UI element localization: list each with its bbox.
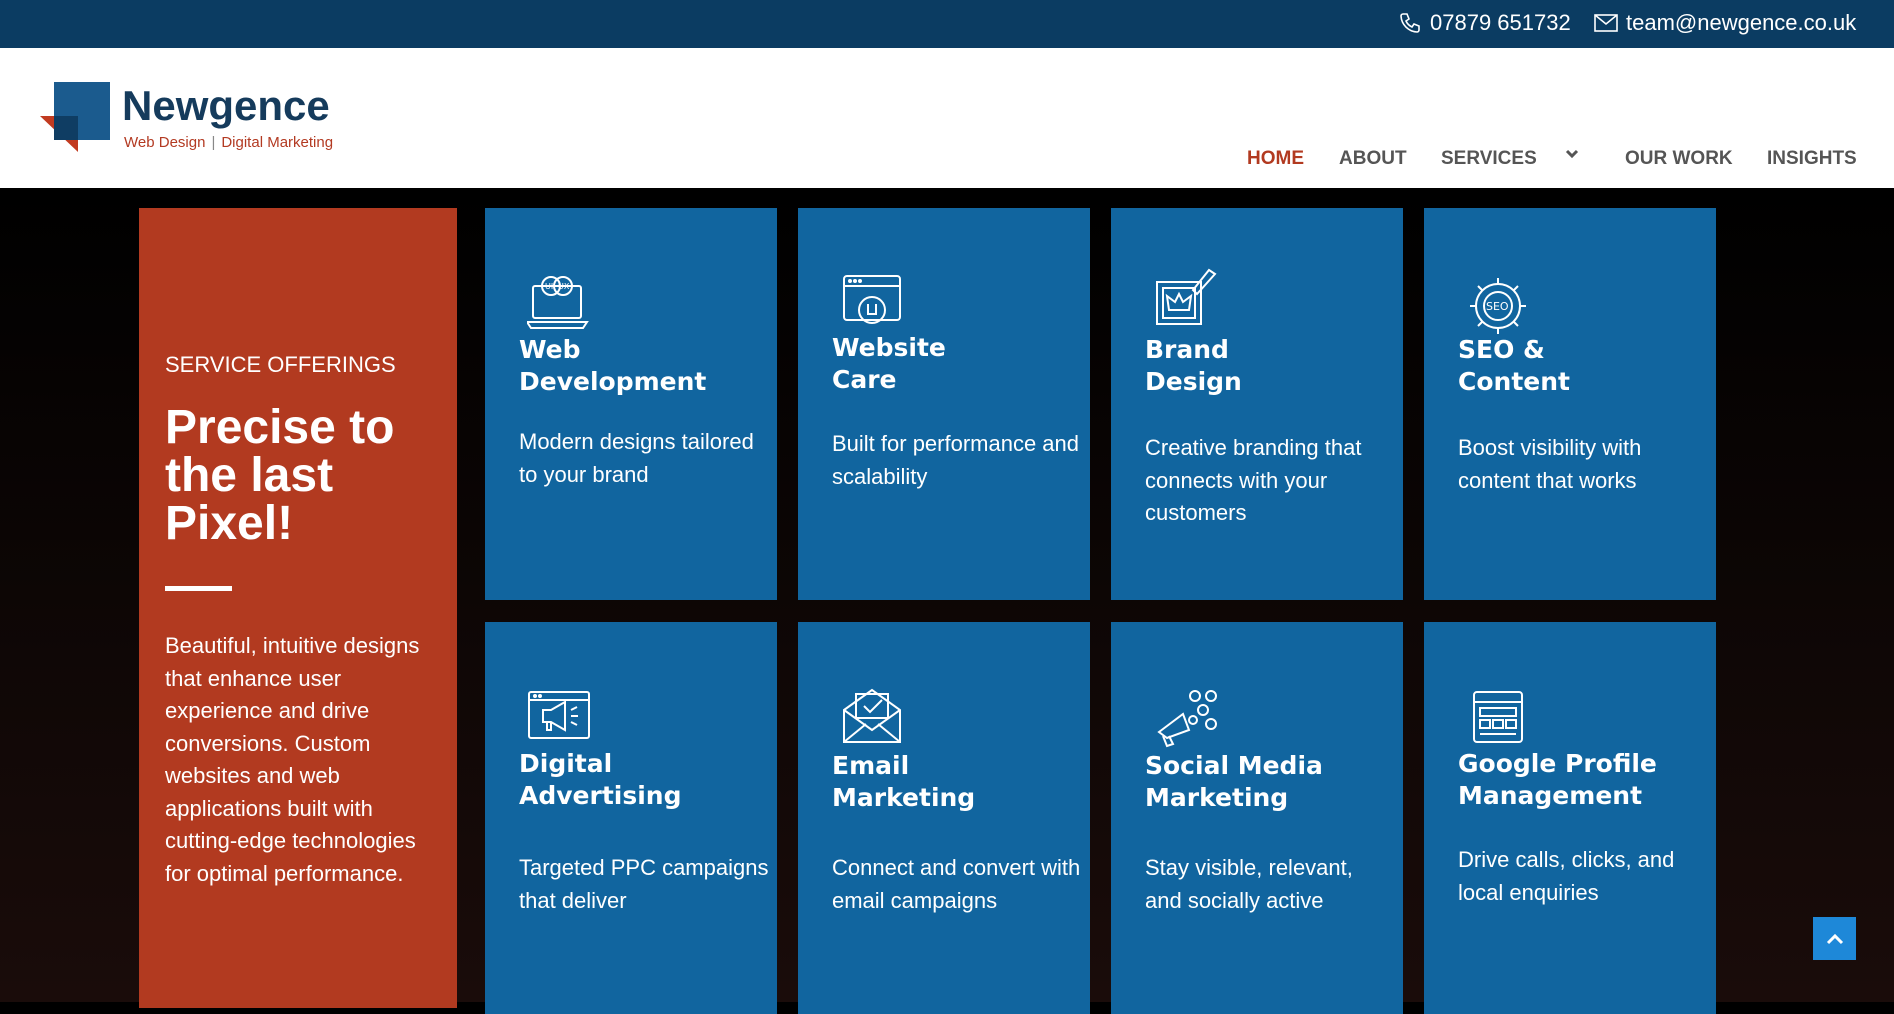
service-title-line-1: Brand [1145, 335, 1229, 364]
site-logo[interactable]: Newgence Web Design | Digital Marketing [40, 82, 360, 162]
service-description: Creative branding that connects with you… [1145, 435, 1362, 525]
service-card-email-marketing[interactable]: Email Marketing Connect and convert with … [798, 622, 1090, 1014]
megaphone-browser-icon [528, 691, 590, 739]
service-card-website-care[interactable]: Website Care Built for performance and sc… [798, 208, 1090, 600]
service-title-line-2: Content [1458, 367, 1570, 396]
service-title: Web Development [519, 334, 769, 398]
service-title-line-1: Web [519, 335, 581, 364]
nav-about[interactable]: ABOUT [1339, 148, 1407, 170]
section-kicker: SERVICE OFFERINGS [165, 352, 396, 377]
service-title: Website Care [832, 332, 1082, 396]
svg-text:UI: UI [545, 282, 553, 291]
email-address: team@newgence.co.uk [1626, 10, 1857, 35]
tagline-separator: | [211, 134, 216, 151]
service-description: Boost visibility with content that works [1458, 435, 1642, 493]
service-title: Google Profile Management [1458, 748, 1708, 812]
service-title-line-1: Digital [519, 749, 613, 778]
svg-text:SEO: SEO [1486, 300, 1509, 313]
chevron-down-icon[interactable] [1562, 144, 1582, 164]
svg-text:UX: UX [558, 282, 570, 291]
section-description: Beautiful, intuitive designs that enhanc… [165, 633, 420, 886]
service-offerings-panel: SERVICE OFFERINGS Precise to the last Pi… [139, 208, 457, 1008]
email-link[interactable]: team@newgence.co.uk [1594, 10, 1856, 36]
brand-pen-icon [1156, 268, 1217, 325]
logo-tagline: Web Design | Digital Marketing [124, 134, 333, 151]
service-title-line-2: Care [832, 365, 897, 394]
service-card-brand-design[interactable]: Brand Design Creative branding that conne… [1111, 208, 1403, 600]
service-description: Connect and convert with email campaigns [832, 855, 1081, 913]
nav-home[interactable]: HOME [1247, 148, 1304, 170]
nav-services[interactable]: SERVICES [1441, 148, 1537, 170]
service-card-google-profile-management[interactable]: Google Profile Management Drive calls, cl… [1424, 622, 1716, 1014]
service-description: Built for performance and scalability [832, 431, 1080, 489]
service-title: Social Media Marketing [1145, 750, 1395, 814]
services-section: SERVICE OFFERINGS Precise to the last Pi… [0, 188, 1894, 1014]
service-card-seo-content[interactable]: SEO SEO & Content Boost visibility with c… [1424, 208, 1716, 600]
service-title-line-1: Social Media [1145, 751, 1323, 780]
service-card-digital-advertising[interactable]: Digital Advertising Targeted PPC campaign… [485, 622, 777, 1014]
phone-number: 07879 651732 [1430, 10, 1571, 35]
service-title-line-2: Design [1145, 367, 1242, 396]
nav-our-work[interactable]: OUR WORK [1625, 148, 1733, 170]
profile-layout-icon [1473, 691, 1523, 743]
phone-icon [1400, 13, 1420, 33]
top-contact-bar: 07879 651732 team@newgence.co.uk [0, 0, 1894, 48]
service-card-web-development[interactable]: UI UX Web Development Modern designs tailo… [485, 208, 777, 600]
service-card-social-media-marketing[interactable]: Social Media Marketing Stay visible, rele… [1111, 622, 1403, 1014]
seo-gear-icon: SEO [1470, 278, 1526, 334]
service-title-line-1: Email [832, 751, 910, 780]
service-title-line-2: Management [1458, 781, 1643, 810]
service-title-line-2: Advertising [519, 781, 682, 810]
logo-wordmark: Newgence [122, 82, 330, 129]
service-description: Targeted PPC campaigns that deliver [519, 855, 769, 913]
logo-mark-icon [40, 82, 110, 152]
site-header: Newgence Web Design | Digital Marketing HO… [0, 48, 1894, 188]
back-to-top-button[interactable] [1813, 917, 1856, 960]
service-title: SEO & Content [1458, 334, 1708, 398]
section-headline: Precise to the last Pixel! [165, 401, 395, 550]
service-title: Brand Design [1145, 334, 1395, 398]
service-title-line-2: Marketing [832, 783, 976, 812]
phone-link[interactable]: 07879 651732 [1398, 10, 1571, 36]
divider [165, 586, 232, 591]
service-title: Email Marketing [832, 750, 1082, 814]
nav-insights[interactable]: INSIGHTS [1767, 148, 1857, 170]
browser-wrench-icon [843, 275, 901, 324]
chevron-up-icon [1826, 933, 1843, 944]
service-title-line-2: Marketing [1145, 783, 1289, 812]
service-title: Digital Advertising [519, 748, 769, 812]
service-description: Modern designs tailored to your brand [519, 429, 754, 487]
social-megaphone-icon [1157, 690, 1217, 748]
service-title-line-1: Website [832, 333, 946, 362]
email-envelope-icon [843, 688, 901, 743]
service-title-line-1: Google Profile [1458, 749, 1657, 778]
envelope-icon [1594, 14, 1618, 32]
service-title-line-2: Development [519, 367, 707, 396]
service-title-line-1: SEO & [1458, 335, 1545, 364]
ui-ux-laptop-icon: UI UX [527, 276, 589, 329]
service-description: Drive calls, clicks, and local enquiries [1458, 847, 1675, 905]
tagline-right: Digital Marketing [221, 134, 334, 151]
tagline-left: Web Design [124, 134, 206, 151]
service-description: Stay visible, relevant, and socially act… [1145, 855, 1353, 913]
